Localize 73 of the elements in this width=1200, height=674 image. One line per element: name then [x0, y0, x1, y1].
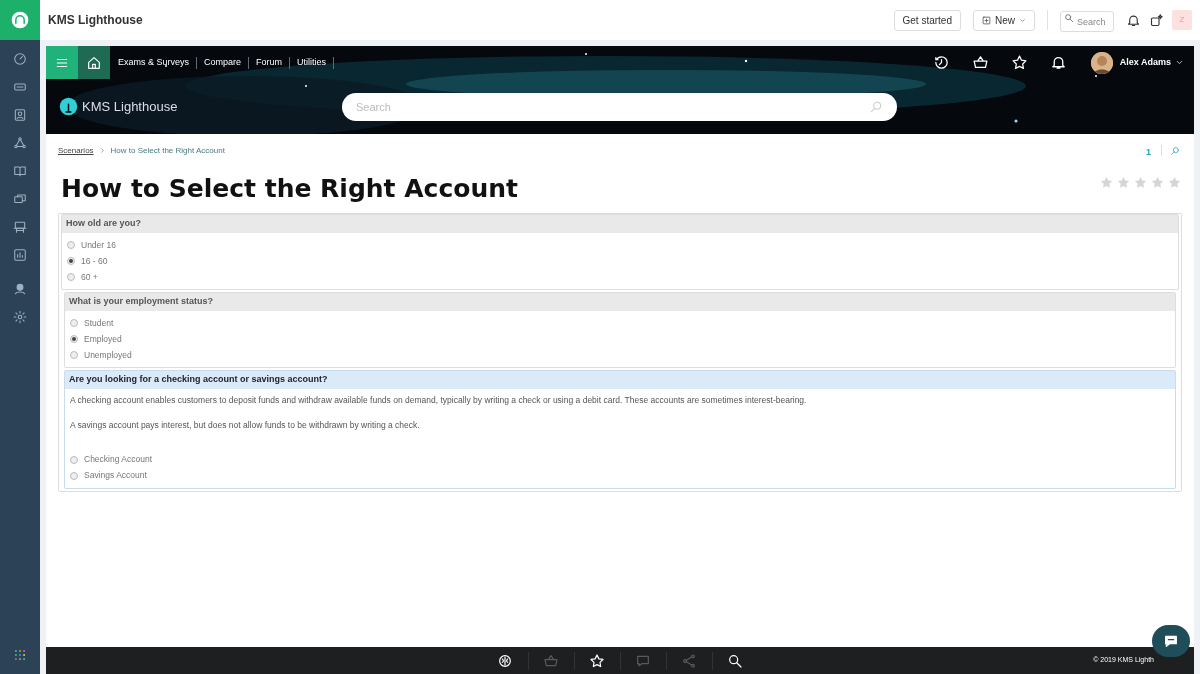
logo-text: KMS Lighthouse: [82, 97, 178, 116]
count-label: 1: [1146, 146, 1151, 159]
radio-button[interactable]: [70, 455, 78, 464]
chat-icon[interactable]: [13, 192, 27, 206]
home-button[interactable]: [78, 46, 110, 79]
home-icon: [86, 54, 102, 71]
radio-option[interactable]: Checking Account: [70, 451, 1170, 468]
description-text: A savings account pays interest, but does not allow funds to be withdrawn by writing a check.: [70, 418, 421, 432]
apps-grid-icon[interactable]: [13, 648, 27, 662]
star-icon: [1099, 174, 1114, 190]
search-field[interactable]: Search: [1060, 11, 1114, 33]
chat-bubble-icon: [1163, 633, 1179, 649]
radio-button[interactable]: [67, 273, 75, 281]
caret-icon: [1175, 58, 1184, 67]
settings-icon[interactable]: [13, 310, 27, 324]
star-icon: [1150, 174, 1165, 190]
star-icon: [1167, 174, 1182, 190]
headset-icon: [10, 10, 30, 30]
chevron-icon: [98, 147, 106, 155]
ticket-icon[interactable]: [13, 80, 27, 94]
app-logo[interactable]: [0, 0, 40, 40]
nav-link[interactable]: Forum: [256, 55, 283, 70]
bell-icon[interactable]: [1126, 12, 1141, 28]
app-title: KMS Lighthouse: [48, 12, 143, 29]
page-title: How to Select the Right Account: [61, 172, 518, 205]
radio-option[interactable]: Savings Account: [70, 467, 1170, 484]
star-icon: [1116, 174, 1131, 190]
nav-link[interactable]: Exams & Surveys: [118, 55, 190, 70]
sparkle-share-icon[interactable]: [1149, 12, 1164, 28]
person-icon[interactable]: [13, 282, 27, 296]
new-button[interactable]: New: [973, 9, 1035, 31]
user-menu[interactable]: Alex Adams: [1119, 55, 1184, 70]
radio-option[interactable]: Student: [70, 315, 1170, 331]
plus-box-icon: [982, 15, 991, 25]
bell-icon[interactable]: [1049, 54, 1067, 71]
chat-button[interactable]: [1152, 625, 1190, 657]
radio-option[interactable]: Under 16: [67, 237, 1173, 253]
radio-option[interactable]: Employed: [70, 331, 1170, 347]
radio-button[interactable]: [67, 241, 75, 249]
radio-option[interactable]: 60 +: [67, 269, 1173, 285]
radio-button[interactable]: [70, 335, 78, 343]
star-icon[interactable]: [1010, 54, 1028, 71]
desk-icon[interactable]: [13, 220, 27, 234]
breadcrumb-current: How to Select the Right Account: [110, 144, 225, 157]
radio-button[interactable]: [70, 471, 78, 480]
description-text: A checking account enables customers to deposit funds and withdraw available funds on demand, typically by writing a check or using a debit card. These accounts are sometimes interest-bearing.: [70, 394, 808, 407]
radio-option[interactable]: Unemployed: [70, 347, 1170, 363]
search-icon: [1064, 12, 1074, 23]
chart-icon[interactable]: [13, 248, 27, 262]
get-started-button[interactable]: Get started: [893, 9, 961, 31]
search-field[interactable]: Search: [342, 92, 897, 121]
star-icon[interactable]: [589, 652, 605, 669]
question-header: How old are you?: [62, 215, 1178, 233]
network-icon[interactable]: [13, 136, 27, 150]
nav-link[interactable]: Compare: [204, 55, 242, 70]
search-icon[interactable]: [727, 652, 743, 669]
basket-icon[interactable]: [971, 54, 989, 71]
star-rating[interactable]: [1099, 174, 1182, 190]
radio-option[interactable]: 16 - 60: [67, 253, 1173, 269]
breadcrumb-link[interactable]: Scenarios: [58, 144, 94, 157]
search-icon: [869, 99, 883, 114]
question-header: Are you looking for a checking account or savings account?: [65, 371, 1175, 389]
star-icon: [1133, 174, 1148, 190]
question-header: What is your employment status?: [65, 293, 1175, 311]
radio-button[interactable]: [70, 319, 78, 327]
book-icon[interactable]: [13, 164, 27, 178]
contact-card-icon[interactable]: [13, 108, 27, 122]
radio-button[interactable]: [67, 257, 75, 265]
history-icon[interactable]: [932, 54, 950, 71]
nav-link[interactable]: Utilities: [297, 55, 327, 70]
caret-icon: [1019, 16, 1026, 24]
gauge-icon[interactable]: [13, 52, 27, 66]
radio-button[interactable]: [70, 351, 78, 359]
